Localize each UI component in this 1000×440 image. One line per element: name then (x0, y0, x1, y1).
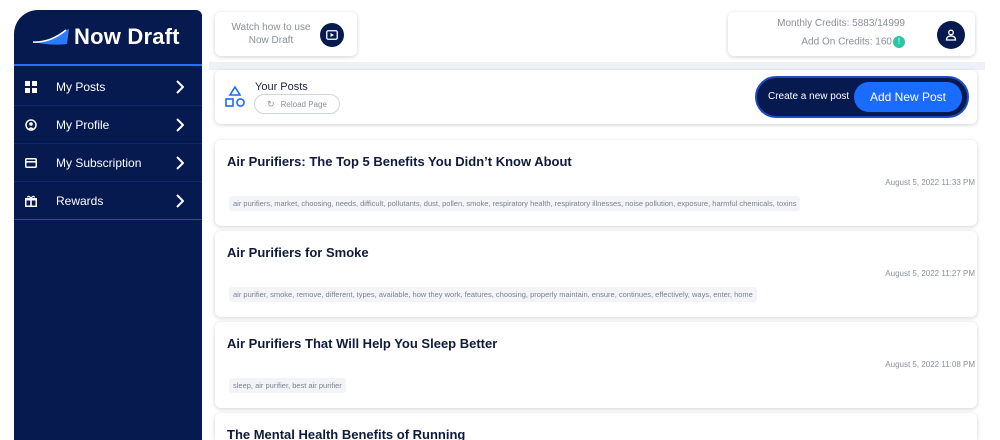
addon-credits: Add On Credits: 160! (801, 36, 905, 48)
shapes-icon (225, 86, 245, 107)
chevron-right-icon (176, 118, 184, 132)
watch-tutorial-button[interactable] (320, 23, 344, 47)
chevron-right-icon (176, 156, 184, 170)
post-date: August 5, 2022 11:08 PM (885, 360, 975, 369)
post-title[interactable]: The Mental Health Benefits of Running (227, 427, 465, 440)
swoosh-logo-icon (32, 29, 69, 45)
user-circle-icon (24, 118, 38, 132)
grid-icon (24, 80, 38, 94)
sidebar-item-label: My Subscription (56, 155, 142, 170)
user-icon (945, 29, 957, 41)
chevron-right-icon (176, 194, 184, 208)
post-title[interactable]: Air Purifiers: The Top 5 Benefits You Di… (227, 154, 572, 169)
play-icon (326, 30, 338, 40)
chevron-right-icon (176, 80, 184, 94)
reload-page-button[interactable]: ↻ Reload Page (254, 94, 340, 114)
addon-credits-label: Add On Credits: 160 (801, 36, 892, 48)
post-keywords[interactable]: air purifiers, market, choosing, needs, … (229, 196, 801, 211)
create-post-text: Create a new post (768, 91, 850, 102)
tutorial-text: Watch how to use Now Draft (225, 21, 317, 47)
sidebar-item-my-posts[interactable]: My Posts (14, 68, 202, 106)
sidebar-item-label: My Posts (56, 79, 106, 94)
account-avatar-button[interactable] (937, 21, 965, 49)
create-post-panel: Create a new post Add New Post (755, 76, 969, 118)
posts-title: Your Posts (255, 81, 308, 93)
post-card[interactable]: Air Purifiers: The Top 5 Benefits You Di… (215, 140, 977, 226)
reload-label: Reload Page (280, 99, 327, 109)
post-card[interactable]: The Mental Health Benefits of Running (215, 413, 977, 440)
sidebar-item-label: Rewards (56, 193, 104, 208)
header-band (209, 62, 985, 70)
post-card[interactable]: Air Purifiers That Will Help You Sleep B… (215, 322, 977, 408)
page: Now Draft My Posts My Profile My Subscri… (0, 0, 1000, 440)
tutorial-line-1: Watch how to use (231, 22, 311, 33)
brand-name: Now Draft (74, 24, 180, 49)
monthly-credits: Monthly Credits: 5883/14999 (777, 18, 905, 29)
sidebar-item-label: My Profile (56, 117, 110, 132)
sidebar-nav: My Posts My Profile My Subscription Rewa… (14, 68, 202, 220)
sidebar-item-rewards[interactable]: Rewards (14, 182, 202, 220)
post-title[interactable]: Air Purifiers That Will Help You Sleep B… (227, 336, 497, 351)
tutorial-line-2: Now Draft (248, 35, 294, 46)
add-new-post-button[interactable]: Add New Post (854, 82, 962, 112)
post-keywords[interactable]: air purifier, smoke, remove, different, … (229, 287, 757, 302)
sidebar: Now Draft My Posts My Profile My Subscri… (14, 10, 202, 440)
info-badge-icon[interactable]: ! (893, 36, 905, 48)
brand-divider (14, 64, 202, 66)
post-card[interactable]: Air Purifiers for Smoke August 5, 2022 1… (215, 231, 977, 317)
gift-icon (24, 194, 38, 208)
brand-logo[interactable]: Now Draft (14, 10, 202, 64)
reload-icon: ↻ (267, 98, 275, 109)
posts-header: Your Posts ↻ Reload Page Create a new po… (215, 70, 977, 124)
post-keywords[interactable]: sleep, air purifier, best air purifier (229, 378, 346, 393)
post-date: August 5, 2022 11:33 PM (885, 178, 975, 187)
sidebar-item-my-profile[interactable]: My Profile (14, 106, 202, 144)
credit-card-icon (24, 156, 38, 170)
sidebar-item-my-subscription[interactable]: My Subscription (14, 144, 202, 182)
post-title[interactable]: Air Purifiers for Smoke (227, 245, 369, 260)
post-date: August 5, 2022 11:27 PM (885, 269, 975, 278)
